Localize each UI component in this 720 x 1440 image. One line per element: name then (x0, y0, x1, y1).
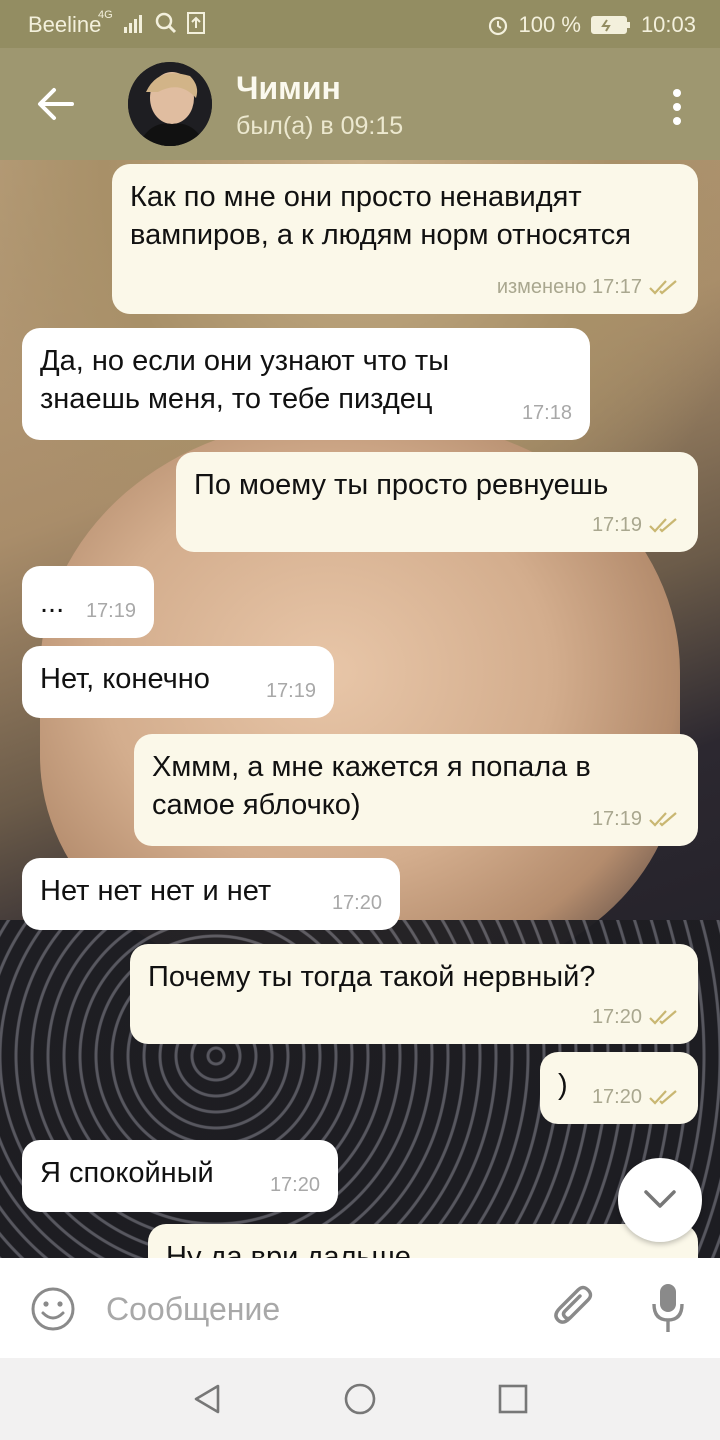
message-outgoing[interactable]: По моему ты просто ревнуешь 17:19 (176, 452, 698, 552)
nav-recents-icon[interactable] (496, 1382, 530, 1416)
more-vertical-icon[interactable] (670, 86, 684, 130)
double-check-icon (649, 518, 677, 533)
avatar[interactable] (128, 62, 212, 146)
search-icon (155, 12, 176, 34)
emoji-button[interactable] (30, 1286, 76, 1332)
network-type-label: 4G (98, 9, 113, 21)
message-meta: 17:18 (521, 402, 572, 424)
avatar-image (128, 62, 212, 146)
message-meta: 17:20 (591, 1006, 642, 1028)
double-check-icon (649, 280, 677, 295)
scroll-to-bottom-button[interactable] (618, 1158, 702, 1242)
nav-home-icon[interactable] (343, 1382, 377, 1416)
chat-area[interactable]: Как по мне они просто ненавидят вампиров… (0, 160, 720, 1258)
message-incoming[interactable]: Я спокойный 17:20 (22, 1140, 338, 1212)
battery-percent: 100 % (518, 12, 581, 37)
alarm-icon (488, 16, 507, 36)
double-check-icon (649, 1010, 677, 1025)
chevron-down-icon (644, 1190, 676, 1208)
message-text: Нет нет нет и нет (40, 875, 272, 907)
message-outgoing[interactable]: Ну да ври дальше (148, 1224, 698, 1258)
paperclip-icon (554, 1285, 593, 1324)
status-right: 100 % 10:03 (487, 12, 696, 38)
message-meta: изменено 17:17 (496, 276, 642, 298)
battery-icon (590, 16, 630, 34)
message-incoming[interactable]: Да, но если они узнают что ты знаешь мен… (22, 328, 590, 440)
double-check-icon (649, 1090, 677, 1105)
message-meta: 17:19 (265, 680, 316, 702)
upload-icon (186, 12, 205, 34)
signal-icon (123, 15, 142, 33)
message-text: Ну да ври дальше (166, 1241, 411, 1258)
attach-button[interactable] (552, 1282, 598, 1332)
contact-name[interactable]: Чимин (236, 70, 341, 107)
message-incoming[interactable]: Нет нет нет и нет 17:20 (22, 858, 400, 930)
microphone-icon (652, 1284, 684, 1332)
system-navigation-bar (0, 1358, 720, 1440)
carrier-label: Beeline (28, 12, 102, 37)
arrow-left-icon (38, 88, 74, 120)
message-text: ) (558, 1069, 568, 1101)
smiley-icon (31, 1287, 75, 1331)
message-outgoing[interactable]: Как по мне они просто ненавидят вампиров… (112, 164, 698, 314)
clock: 10:03 (640, 12, 696, 37)
message-outgoing[interactable]: Почему ты тогда такой нервный? 17:20 (130, 944, 698, 1044)
message-meta: 17:19 (591, 514, 642, 536)
back-button[interactable] (32, 82, 80, 126)
message-meta: 17:20 (591, 1086, 642, 1108)
message-meta: 17:20 (269, 1174, 320, 1196)
message-text: Как по мне они просто ненавидят вампиров… (130, 181, 631, 251)
message-text: Да, но если они узнают что ты знаешь мен… (40, 345, 450, 415)
message-text: Нет, конечно (40, 663, 210, 695)
message-text: Почему ты тогда такой нервный? (148, 961, 596, 993)
chat-header: Чимин был(а) в 09:15 (0, 48, 720, 160)
message-text: Я спокойный (40, 1157, 214, 1189)
message-meta: 17:19 (85, 600, 136, 622)
message-composer (0, 1258, 720, 1358)
status-bar: Beeline 4G 100 % 10:03 (0, 0, 720, 48)
message-input[interactable] (104, 1280, 528, 1338)
microphone-button[interactable] (650, 1282, 686, 1334)
message-text: Хммм, а мне кажется я попала в самое ябл… (152, 751, 591, 821)
message-incoming[interactable]: ... 17:19 (22, 566, 154, 638)
last-seen-status: был(а) в 09:15 (236, 112, 404, 140)
message-meta: 17:19 (591, 808, 642, 830)
message-text: ... (40, 587, 65, 619)
message-outgoing[interactable]: ) 17:20 (540, 1052, 698, 1124)
status-icons: 4G (98, 9, 205, 34)
message-incoming[interactable]: Нет, конечно 17:19 (22, 646, 334, 718)
message-outgoing[interactable]: Хммм, а мне кажется я попала в самое ябл… (134, 734, 698, 846)
message-text: По моему ты просто ревнуешь (194, 469, 609, 501)
nav-back-icon[interactable] (190, 1382, 224, 1416)
message-meta: 17:20 (331, 892, 382, 914)
double-check-icon (649, 812, 677, 827)
